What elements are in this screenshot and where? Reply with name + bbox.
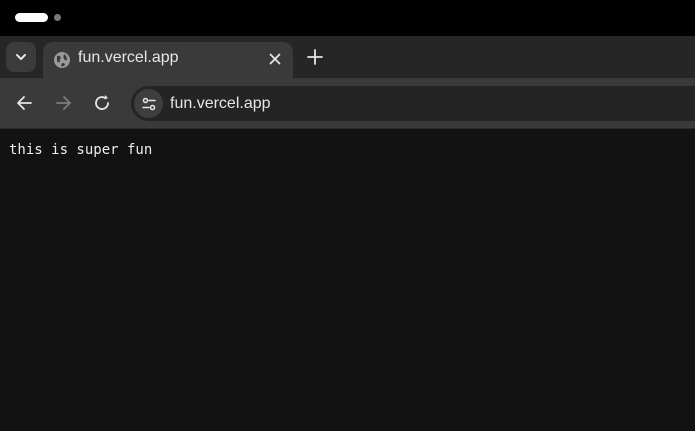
tune-icon <box>141 97 156 110</box>
close-icon[interactable] <box>267 51 283 67</box>
reload-icon[interactable] <box>92 93 112 113</box>
page-body-text: this is super fun <box>9 142 153 158</box>
back-arrow-icon[interactable] <box>15 93 35 113</box>
tab-strip: fun.vercel.app <box>0 36 695 78</box>
site-info-button[interactable] <box>134 89 163 118</box>
tab-title: fun.vercel.app <box>78 49 179 66</box>
tab-search-button[interactable] <box>6 42 36 72</box>
url-text: fun.vercel.app <box>170 95 271 112</box>
chevron-down-icon <box>16 54 26 60</box>
plus-icon[interactable] <box>305 47 325 67</box>
browser-toolbar: fun.vercel.app <box>0 78 695 128</box>
forward-arrow-icon[interactable] <box>53 93 73 113</box>
address-bar[interactable]: fun.vercel.app <box>131 86 695 121</box>
status-pill-indicator <box>15 13 48 22</box>
active-tab[interactable]: fun.vercel.app <box>43 42 293 78</box>
system-status-bar <box>0 0 695 36</box>
page-viewport: this is super fun <box>0 129 695 431</box>
status-dot-indicator <box>54 14 61 21</box>
globe-icon <box>54 52 70 68</box>
